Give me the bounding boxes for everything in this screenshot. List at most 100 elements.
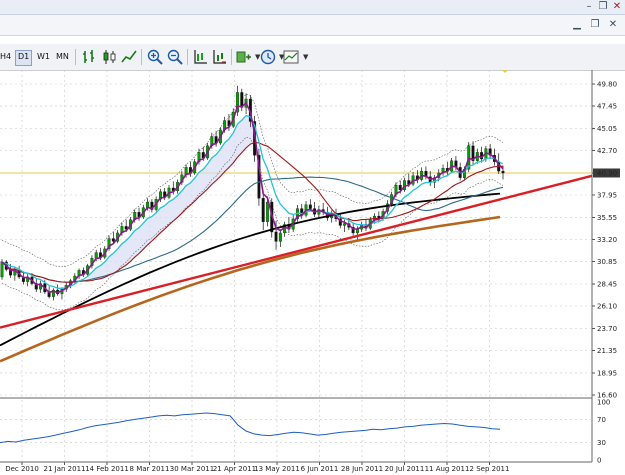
oscillator-line [0, 412, 501, 444]
candle-body [94, 252, 98, 259]
close-icon[interactable]: ✕ [611, 1, 623, 12]
candle [403, 177, 406, 192]
time-axis-label: 2 Sep 2011 [470, 465, 510, 473]
toolbar-separator [75, 49, 76, 65]
chart-minimize-icon[interactable]: ▁ [571, 19, 583, 30]
candlestick-icon[interactable] [100, 48, 118, 66]
candle [240, 88, 244, 112]
time-axis-label: 28 Jun 2011 [341, 465, 383, 473]
time-axis[interactable]: Dec 2010 21 Jan 2011 14 Feb 2011 8 Mar 2011… [5, 462, 509, 473]
price-axis-label: 45.05 [597, 125, 617, 133]
chart-shift-marker[interactable] [500, 70, 510, 73]
time-axis-label: 13 May 2011 [254, 465, 300, 473]
price-axis-label: 18.95 [597, 369, 617, 377]
zoom-out-icon[interactable] [166, 48, 184, 66]
candle [261, 189, 265, 231]
toolbar-separator [187, 49, 188, 65]
indicators-icon[interactable] [235, 48, 253, 66]
price-axis-label: 33.20 [597, 236, 617, 244]
time-axis-label: 21 Apr 2011 [213, 465, 256, 473]
oscillator-axis-label: 100 [597, 399, 610, 407]
restore-icon[interactable]: ❐ [597, 1, 609, 12]
templates-icon[interactable] [282, 48, 300, 66]
candle [313, 202, 317, 218]
chart-restore-icon[interactable]: ❐ [589, 19, 601, 30]
ma-darkred-line [1, 141, 504, 283]
candle [60, 287, 64, 300]
zoom-in-icon[interactable] [146, 48, 164, 66]
candle [51, 288, 55, 301]
timeframe-w1-button[interactable]: W1 [35, 50, 52, 64]
price-axis-label: 23.70 [597, 325, 617, 333]
candle-body [111, 238, 115, 242]
price-axis-label: 21.35 [597, 347, 617, 355]
candle-body [278, 232, 282, 242]
candle-body [308, 204, 312, 209]
price-axis-label: 35.55 [597, 214, 617, 222]
candle-body [274, 231, 278, 242]
candle [26, 274, 30, 287]
candle-body [501, 170, 505, 174]
bar-chart-icon[interactable] [80, 48, 98, 66]
candle [321, 202, 325, 216]
chart-toolbar: H4 D1 W1 MN ▼ ▼ ▼ [0, 44, 625, 71]
candle [300, 203, 304, 219]
minimize-icon[interactable]: – [583, 1, 595, 12]
candle-body [343, 223, 347, 226]
price-axis-label: 49.80 [597, 81, 617, 89]
price-axis-label: 47.45 [597, 103, 617, 111]
timeframe-h4-button[interactable]: H4 [0, 50, 13, 64]
lower-envelope [1, 136, 504, 311]
toolbar-separator [231, 49, 232, 65]
line-chart-icon[interactable] [120, 48, 138, 66]
candle [411, 172, 415, 187]
chart-shift-icon[interactable] [191, 48, 209, 66]
window-title-bar: – ❐ ✕ [0, 0, 625, 15]
candle [420, 167, 424, 182]
candle [304, 201, 308, 218]
time-axis-label: 8 Mar 2011 [130, 465, 170, 473]
candle [56, 284, 60, 296]
candle [441, 164, 445, 176]
oscillator-axis-label: 30 [597, 439, 606, 447]
price-axis-label: 28.45 [597, 280, 617, 288]
price-axis[interactable]: 49.80 47.45 45.05 42.70 40.30 37.95 35.55 33.20… [592, 81, 620, 400]
trend-line[interactable] [0, 174, 593, 329]
candle [39, 280, 42, 293]
time-axis-label: 11 Aug 2011 [425, 465, 470, 473]
candle [150, 199, 154, 213]
chart-window-frame: ▁ ❐ ✕ [0, 15, 625, 36]
candle-body [0, 261, 4, 278]
price-axis-label: 26.10 [597, 303, 617, 311]
price-axis-label: 37.95 [597, 192, 617, 200]
oscillator-axis-label: 70 [597, 416, 606, 424]
periods-icon[interactable] [259, 48, 277, 66]
ma-black-line [0, 192, 501, 347]
auto-scroll-icon[interactable] [210, 48, 228, 66]
timeframe-d1-button[interactable]: D1 [15, 50, 33, 66]
timeframe-mn-button[interactable]: MN [54, 50, 71, 64]
candle-body [261, 198, 265, 222]
candle [330, 210, 334, 223]
price-axis-label: 30.85 [597, 258, 617, 266]
time-axis-label: 21 Jan 2011 [44, 465, 86, 473]
oscillator-panel: 100 70 30 0 [0, 399, 610, 465]
candle [415, 170, 419, 184]
moving-average-lines [0, 102, 593, 363]
candle-body [398, 185, 402, 191]
candlestick-series [0, 85, 505, 301]
toolbar-separator [141, 49, 142, 65]
chart-close-icon[interactable]: ✕ [607, 19, 619, 30]
indicator-cloud [87, 115, 255, 282]
ma-orange-line [0, 215, 501, 363]
candle [471, 141, 475, 165]
price-axis-label: 42.70 [597, 147, 617, 155]
candle [278, 229, 282, 247]
candle-body [266, 201, 269, 222]
time-axis-label: 20 Jul 2011 [385, 465, 425, 473]
templates-dropdown-icon[interactable]: ▼ [303, 53, 308, 61]
time-axis-label: 14 Feb 2011 [85, 465, 129, 473]
time-axis-label: 6 Jun 2011 [301, 465, 339, 473]
current-price-label: 40.30 [597, 169, 617, 177]
price-chart[interactable]: 100 70 30 0 49.80 47.45 45.05 42.70 40.30 37.95 3… [0, 70, 625, 475]
